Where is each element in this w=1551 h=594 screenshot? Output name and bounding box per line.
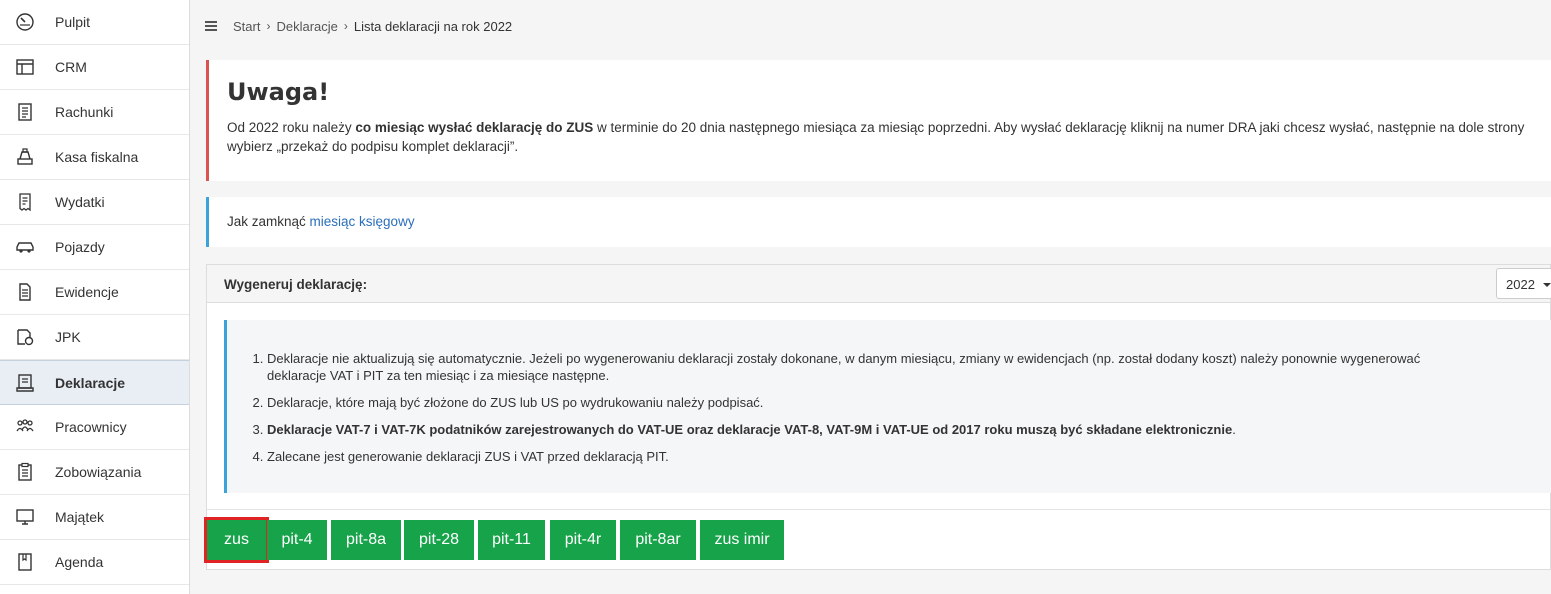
sidebar-item-label: Pracownicy xyxy=(55,419,127,435)
note-item: Zalecane jest generowanie deklaracji ZUS… xyxy=(267,448,1452,465)
panel-title: Wygeneruj deklarację: xyxy=(224,277,368,292)
warning-title: Uwaga! xyxy=(227,78,330,106)
sidebar-item-label: Wydatki xyxy=(55,194,105,210)
month-close-link[interactable]: miesiąc księgowy xyxy=(310,214,415,229)
invoice-icon xyxy=(15,102,35,122)
gauge-icon xyxy=(15,12,35,32)
monitor-icon xyxy=(15,507,35,527)
sidebar-item-pulpit[interactable]: Pulpit xyxy=(0,0,189,45)
note-item: Deklaracje, które mają być złożone do ZU… xyxy=(267,394,1452,411)
breadcrumb-deklaracje[interactable]: Deklaracje xyxy=(276,19,337,34)
layout-icon xyxy=(15,57,35,77)
sidebar-item-label: Rachunki xyxy=(55,104,114,120)
sidebar-item-label: Deklaracje xyxy=(55,374,126,391)
menu-toggle-icon[interactable] xyxy=(205,21,217,31)
panel-header: Wygeneruj deklarację: 2022 xyxy=(207,265,1551,303)
main-content: Start › Deklaracje › Lista deklaracji na… xyxy=(191,0,1551,594)
sidebar-item-jpk[interactable]: JPK xyxy=(0,315,189,360)
file-settings-icon xyxy=(15,327,35,347)
sidebar-item-majatek[interactable]: Majątek xyxy=(0,495,189,540)
notebook-icon xyxy=(15,552,35,572)
sidebar-item-wydatki[interactable]: Wydatki xyxy=(0,180,189,225)
pit-8a-button[interactable]: pit-8a xyxy=(331,520,401,560)
pit-4r-button[interactable]: pit-4r xyxy=(550,520,616,560)
zus-imir-button[interactable]: zus imir xyxy=(700,520,784,560)
caret-down-icon xyxy=(1543,283,1551,287)
breadcrumb: Start › Deklaracje › Lista deklaracji na… xyxy=(191,0,1551,52)
sidebar-item-label: JPK xyxy=(55,329,81,345)
chevron-right-icon: › xyxy=(343,19,348,33)
sidebar-item-ewidencje[interactable]: Ewidencje xyxy=(0,270,189,315)
sidebar-item-label: Agenda xyxy=(55,554,104,570)
sidebar-item-label: Pojazdy xyxy=(55,239,105,255)
sidebar-item-pracownicy[interactable]: Pracownicy xyxy=(0,405,189,450)
sidebar-item-kasa-fiskalna[interactable]: Kasa fiskalna xyxy=(0,135,189,180)
notes-list: Deklaracje nie aktualizują się automatyc… xyxy=(267,350,1452,475)
warning-text: Od 2022 roku należy co miesiąc wysłać de… xyxy=(227,118,1551,156)
notes-box: Deklaracje nie aktualizują się automatyc… xyxy=(224,320,1551,493)
warning-text-bold: co miesiąc wysłać deklarację do ZUS xyxy=(355,120,594,135)
car-icon xyxy=(15,237,35,257)
pit-8ar-button[interactable]: pit-8ar xyxy=(620,520,696,560)
declaration-buttons: zus pit-4 pit-8a pit-28 pit-11 pit-4r pi… xyxy=(204,509,1550,569)
pit-11-button[interactable]: pit-11 xyxy=(478,520,545,560)
sidebar-item-crm[interactable]: CRM xyxy=(0,45,189,90)
breadcrumb-current: Lista deklaracji na rok 2022 xyxy=(353,18,513,34)
pit-4-button[interactable]: pit-4 xyxy=(267,520,327,560)
note-bold: Deklaracje VAT-7 i VAT-7K podatników zar… xyxy=(267,422,1233,437)
note-item: Deklaracje nie aktualizują się automatyc… xyxy=(267,350,1452,384)
clipboard-icon xyxy=(15,462,35,482)
warning-alert: Uwaga! Od 2022 roku należy co miesiąc wy… xyxy=(206,60,1551,181)
sidebar-item-deklaracje[interactable]: Deklaracje xyxy=(0,360,189,405)
sidebar-item-label: Kasa fiskalna xyxy=(55,149,139,165)
cash-register-icon xyxy=(15,147,35,167)
info-text: Jak zamknąć xyxy=(227,214,310,229)
year-value: 2022 xyxy=(1506,277,1535,292)
generate-panel: Wygeneruj deklarację: 2022 Deklaracje ni… xyxy=(204,264,1551,570)
document-icon xyxy=(15,282,35,302)
zus-button[interactable]: zus xyxy=(204,517,269,563)
sidebar-item-agenda[interactable]: Agenda xyxy=(0,540,189,585)
sidebar-item-label: Majątek xyxy=(55,509,105,525)
people-icon xyxy=(15,417,35,437)
info-alert: Jak zamknąć miesiąc księgowy xyxy=(206,197,1551,247)
declaration-icon xyxy=(15,373,35,393)
pit-28-button[interactable]: pit-28 xyxy=(404,520,474,560)
sidebar-item-label: Ewidencje xyxy=(55,284,119,300)
chevron-right-icon: › xyxy=(266,19,271,33)
sidebar-item-label: CRM xyxy=(55,59,87,75)
sidebar-item-zobowiazania[interactable]: Zobowiązania xyxy=(0,450,189,495)
breadcrumb-start[interactable]: Start xyxy=(233,19,260,34)
sidebar-item-rachunki[interactable]: Rachunki xyxy=(0,90,189,135)
sidebar: Pulpit CRM Rachunki Kasa fiskalna Wydatk… xyxy=(0,0,190,594)
sidebar-item-pojazdy[interactable]: Pojazdy xyxy=(0,225,189,270)
year-select[interactable]: 2022 xyxy=(1496,268,1551,299)
note-item: Deklaracje VAT-7 i VAT-7K podatników zar… xyxy=(267,421,1452,438)
note-text: . xyxy=(1232,422,1236,437)
sidebar-item-label: Zobowiązania xyxy=(55,464,142,480)
receipt-icon xyxy=(15,192,35,212)
sidebar-item-label: Pulpit xyxy=(55,14,91,30)
warning-text-part: Od 2022 roku należy xyxy=(227,120,356,135)
